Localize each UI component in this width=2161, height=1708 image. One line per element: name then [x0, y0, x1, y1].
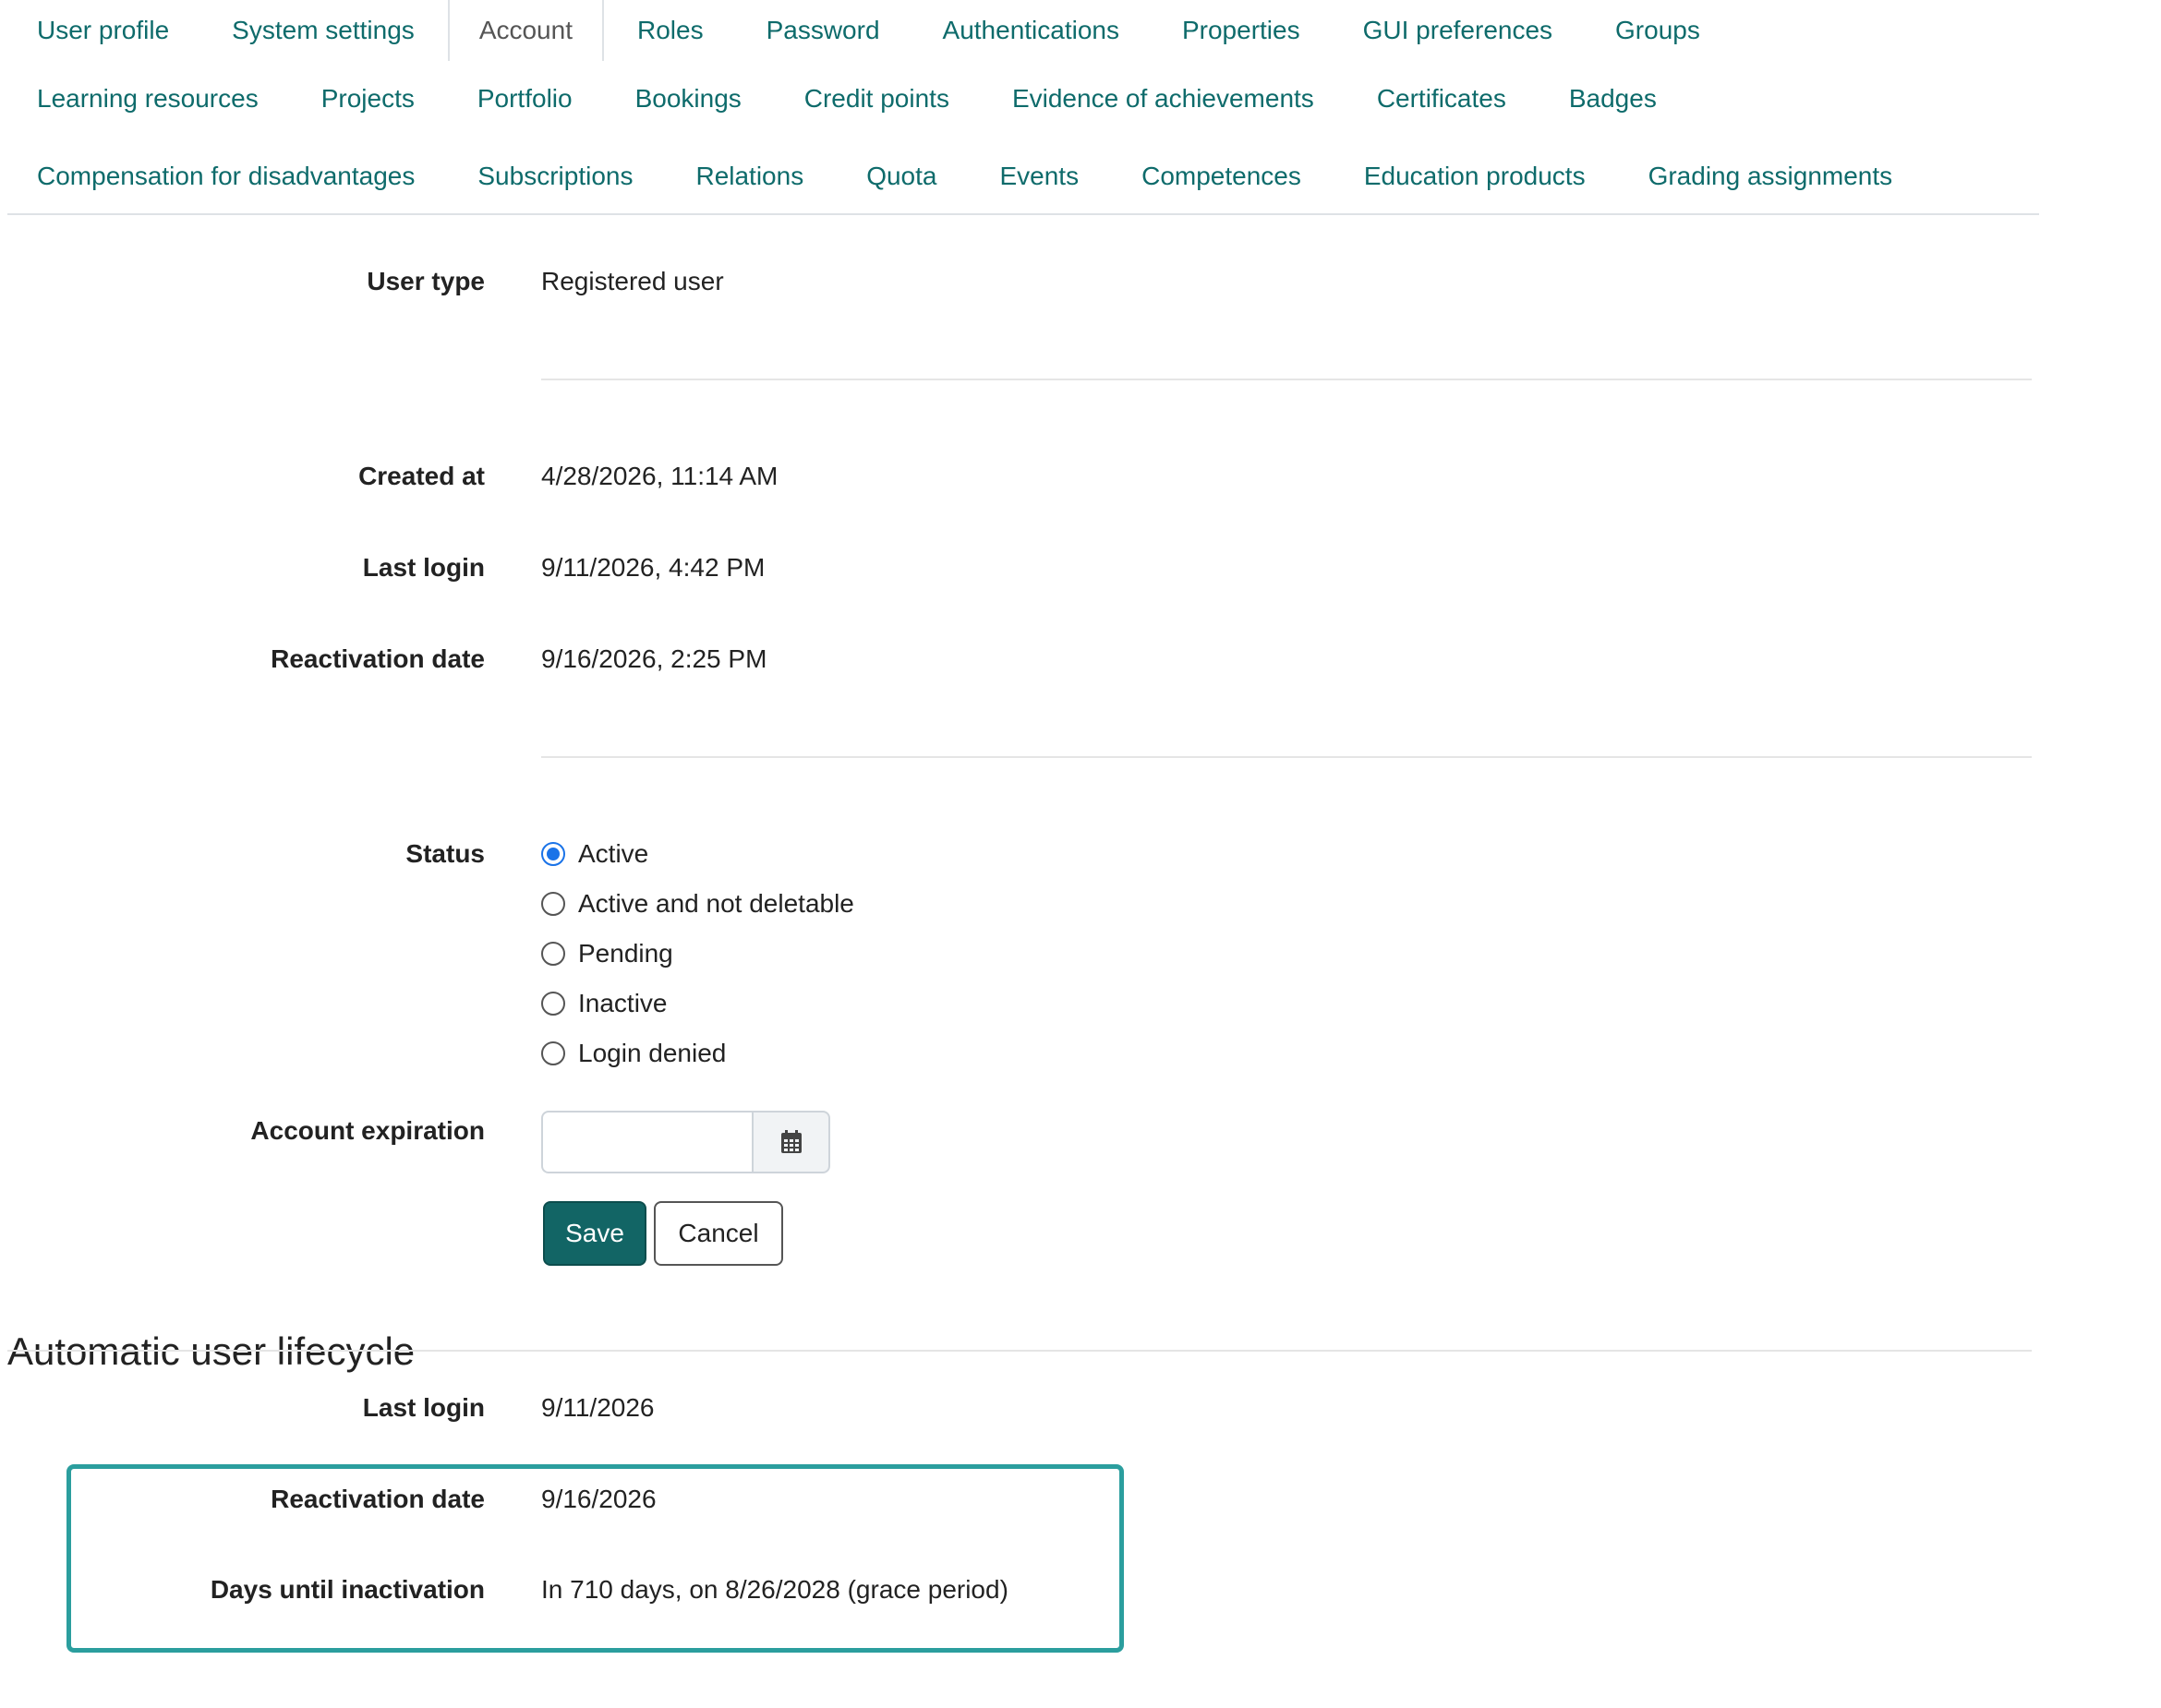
tab-user-profile[interactable]: User profile: [7, 0, 199, 61]
section-divider: [7, 1350, 2032, 1352]
tab-projects[interactable]: Projects: [292, 68, 444, 129]
tab-events[interactable]: Events: [970, 146, 1108, 207]
tab-gui-preferences[interactable]: GUI preferences: [1334, 0, 1582, 61]
tab-groups[interactable]: Groups: [1586, 0, 1730, 61]
status-label: Status: [405, 839, 485, 868]
status-option-active[interactable]: Active: [541, 839, 648, 869]
account-expiration-label: Account expiration: [250, 1116, 485, 1145]
divider: [541, 379, 2032, 380]
tab-account[interactable]: Account: [447, 0, 604, 61]
user-type-value: Registered user: [541, 267, 724, 295]
cancel-button[interactable]: Cancel: [654, 1201, 783, 1266]
tab-row-2: Learning resources Projects Portfolio Bo…: [7, 61, 1690, 137]
user-type-label: User type: [367, 267, 485, 295]
radio-button-checked[interactable]: [541, 842, 565, 866]
lifecycle-reactivation-value: 9/16/2026: [541, 1485, 657, 1513]
lifecycle-reactivation-label: Reactivation date: [271, 1485, 485, 1513]
radio-button[interactable]: [541, 892, 565, 916]
created-at-value: 4/28/2026, 11:14 AM: [541, 462, 779, 490]
status-option-label: Inactive: [578, 989, 668, 1017]
last-login-label: Last login: [362, 553, 485, 582]
status-option-active-not-deletable[interactable]: Active and not deletable: [541, 889, 854, 919]
lifecycle-last-login-label: Last login: [362, 1393, 485, 1422]
tab-competences[interactable]: Competences: [1112, 146, 1331, 207]
tab-credit-points[interactable]: Credit points: [775, 68, 979, 129]
tab-subscriptions[interactable]: Subscriptions: [448, 146, 662, 207]
reactivation-date-label: Reactivation date: [271, 644, 485, 673]
tab-system-settings[interactable]: System settings: [202, 0, 444, 61]
status-option-label: Login denied: [578, 1039, 727, 1067]
lifecycle-last-login-value: 9/11/2026: [541, 1393, 655, 1422]
tab-evidence-of-achievements[interactable]: Evidence of achievements: [983, 68, 1344, 129]
tab-certificates[interactable]: Certificates: [1347, 68, 1536, 129]
status-option-login-denied[interactable]: Login denied: [541, 1039, 726, 1068]
account-page: User profile System settings Account Rol…: [0, 0, 2161, 1708]
status-option-pending[interactable]: Pending: [541, 939, 673, 968]
days-until-inactivation-label: Days until inactivation: [210, 1575, 485, 1604]
status-option-label: Active: [578, 839, 649, 868]
radio-button[interactable]: [541, 1041, 565, 1065]
tab-badges[interactable]: Badges: [1539, 68, 1686, 129]
days-until-inactivation-value: In 710 days, on 8/26/2028 (grace period): [541, 1575, 1008, 1604]
tab-learning-resources[interactable]: Learning resources: [7, 68, 288, 129]
account-expiration-input[interactable]: [541, 1111, 752, 1173]
radio-button[interactable]: [541, 992, 565, 1016]
divider: [541, 756, 2032, 758]
save-button[interactable]: Save: [543, 1201, 646, 1266]
tab-quota[interactable]: Quota: [837, 146, 966, 207]
last-login-value: 9/11/2026, 4:42 PM: [541, 553, 766, 582]
status-option-label: Pending: [578, 939, 673, 968]
tab-grading-assignments[interactable]: Grading assignments: [1619, 146, 1923, 207]
tab-password[interactable]: Password: [737, 0, 910, 61]
reactivation-date-value: 9/16/2026, 2:25 PM: [541, 644, 767, 673]
tab-education-products[interactable]: Education products: [1334, 146, 1615, 207]
tab-authentications[interactable]: Authentications: [913, 0, 1149, 61]
tab-portfolio[interactable]: Portfolio: [448, 68, 602, 129]
user-admin-tabs: User profile System settings Account Rol…: [7, 0, 2039, 215]
status-option-label: Active and not deletable: [578, 889, 854, 918]
tab-properties[interactable]: Properties: [1153, 0, 1330, 61]
tab-relations[interactable]: Relations: [666, 146, 833, 207]
radio-button[interactable]: [541, 942, 565, 966]
tab-bookings[interactable]: Bookings: [606, 68, 771, 129]
date-picker-button[interactable]: [752, 1111, 830, 1173]
status-option-inactive[interactable]: Inactive: [541, 989, 668, 1018]
tab-row-3: Compensation for disadvantages Subscript…: [7, 138, 1926, 214]
created-at-label: Created at: [358, 462, 485, 490]
tab-row-1: User profile System settings Account Rol…: [7, 0, 1733, 61]
calendar-icon: [780, 1130, 802, 1153]
tab-compensation-for-disadvantages[interactable]: Compensation for disadvantages: [7, 146, 444, 207]
tab-roles[interactable]: Roles: [608, 0, 733, 61]
